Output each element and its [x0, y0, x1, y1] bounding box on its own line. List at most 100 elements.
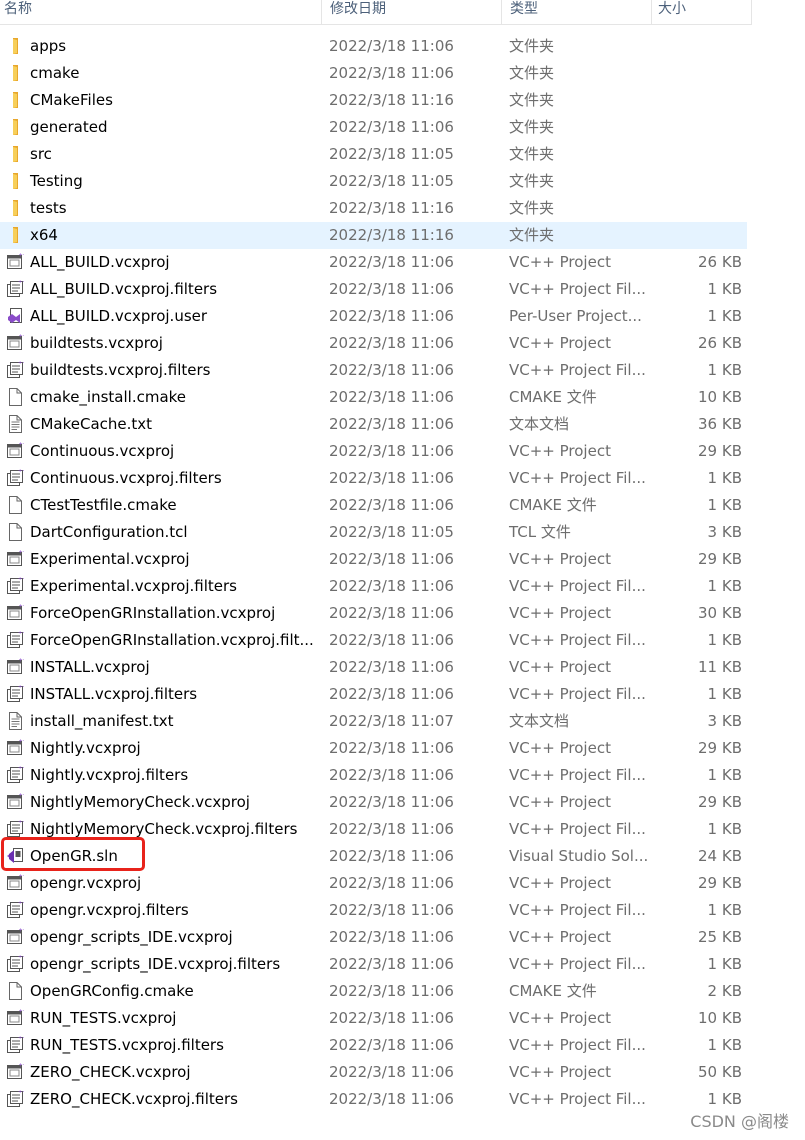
file-size: 24 KB [698, 847, 742, 865]
file-row[interactable]: generated 2022/3/18 11:06 文件夹 [0, 114, 747, 141]
file-name: Continuous.vcxproj.filters [30, 469, 222, 487]
file-size: 29 KB [698, 793, 742, 811]
file-name: Nightly.vcxproj [30, 739, 141, 757]
file-row[interactable]: ++ INSTALL.vcxproj 2022/3/18 11:06 VC++ Pro… [0, 654, 747, 681]
file-name: Continuous.vcxproj [30, 442, 175, 460]
file-name: ForceOpenGRInstallation.vcxproj.filt... [30, 631, 314, 649]
file-row[interactable]: ++ buildtests.vcxproj 2022/3/18 11:06 VC++ … [0, 330, 747, 357]
svg-text:++: ++ [19, 1063, 25, 1069]
file-row[interactable]: ++ opengr_scripts_IDE.vcxproj 2022/3/18 11… [0, 924, 747, 951]
vcxproj-icon: ++ [6, 1009, 27, 1027]
svg-text:++: ++ [18, 1036, 24, 1041]
folder-icon [6, 145, 24, 163]
file-date: 2022/3/18 11:06 [329, 280, 454, 298]
file-type: 文件夹 [509, 226, 555, 244]
file-row[interactable]: x64 2022/3/18 11:16 文件夹 [0, 222, 747, 249]
file-row[interactable]: apps 2022/3/18 11:06 文件夹 [0, 33, 747, 60]
column-header-size[interactable]: 大小 [652, 0, 752, 24]
file-row[interactable]: ++ INSTALL.vcxproj.filters 2022/3/18 11:06… [0, 681, 747, 708]
text-file-icon [6, 415, 24, 433]
file-row[interactable]: ++ Experimental.vcxproj.filters 2022/3/18 … [0, 573, 747, 600]
file-size: 26 KB [698, 253, 742, 271]
file-row[interactable]: Testing 2022/3/18 11:05 文件夹 [0, 168, 747, 195]
filters-icon: ++ [6, 954, 26, 973]
file-row[interactable]: ++ RUN_TESTS.vcxproj 2022/3/18 11:06 VC++ P… [0, 1005, 747, 1032]
file-row[interactable]: ++ opengr.vcxproj.filters 2022/3/18 11:06 V… [0, 897, 747, 924]
file-name: opengr_scripts_IDE.vcxproj.filters [30, 955, 281, 973]
file-date: 2022/3/18 11:06 [329, 604, 454, 622]
file-size: 11 KB [698, 658, 742, 676]
filters-icon: ++ [6, 576, 26, 595]
file-name: CMakeFiles [30, 91, 113, 109]
file-name: cmake_install.cmake [30, 388, 187, 406]
vcxproj-icon: ++ [6, 928, 27, 946]
file-row[interactable]: cmake_install.cmake 2022/3/18 11:06 CMAKE … [0, 384, 747, 411]
file-date: 2022/3/18 11:06 [329, 766, 454, 784]
svg-text:++: ++ [18, 577, 24, 582]
svg-text:++: ++ [19, 928, 25, 934]
file-row[interactable]: ++ Experimental.vcxproj 2022/3/18 11:06 VC+… [0, 546, 747, 573]
blank-file-icon [6, 982, 24, 1000]
file-name: ZERO_CHECK.vcxproj.filters [30, 1090, 238, 1108]
vcxproj-icon: ++ [6, 334, 27, 352]
file-size: 29 KB [698, 550, 742, 568]
file-name: INSTALL.vcxproj.filters [30, 685, 198, 703]
file-row[interactable]: CMakeCache.txt 2022/3/18 11:06 文本文档 36 KB [0, 411, 747, 438]
column-header-date[interactable]: 修改日期 [322, 0, 502, 24]
file-type: CMAKE 文件 [509, 982, 597, 1000]
file-type: VC++ Project Fil... [509, 955, 646, 973]
file-row[interactable]: ALL_BUILD.vcxproj.user 2022/3/18 11:06 Per… [0, 303, 747, 330]
file-row[interactable]: ++ Nightly.vcxproj 2022/3/18 11:06 VC++ Pro… [0, 735, 747, 762]
file-row[interactable]: install_manifest.txt 2022/3/18 11:07 文本文档 3… [0, 708, 747, 735]
file-name: ALL_BUILD.vcxproj [30, 253, 170, 271]
file-row[interactable]: ++ opengr_scripts_IDE.vcxproj.filters 2022… [0, 951, 747, 978]
file-name: DartConfiguration.tcl [30, 523, 188, 541]
file-row[interactable]: CMakeFiles 2022/3/18 11:16 文件夹 [0, 87, 747, 114]
file-row[interactable]: ++ opengr.vcxproj 2022/3/18 11:06 VC++ Proj… [0, 870, 747, 897]
file-row[interactable]: ++ ALL_BUILD.vcxproj 2022/3/18 11:06 VC++ P… [0, 249, 747, 276]
svg-text:++: ++ [19, 550, 25, 556]
file-row[interactable]: ++ buildtests.vcxproj.filters 2022/3/18 11… [0, 357, 747, 384]
file-row[interactable]: ++ ZERO_CHECK.vcxproj 2022/3/18 11:06 VC++ … [0, 1059, 747, 1086]
file-type: VC++ Project [509, 793, 611, 811]
file-row[interactable]: CTestTestfile.cmake 2022/3/18 11:06 CMAKE … [0, 492, 747, 519]
file-type: CMAKE 文件 [509, 496, 597, 514]
file-row[interactable]: OpenGRConfig.cmake 2022/3/18 11:06 CMAKE 文… [0, 978, 747, 1005]
file-row[interactable]: ++ ZERO_CHECK.vcxproj.filters 2022/3/18 11… [0, 1086, 747, 1113]
file-date: 2022/3/18 11:16 [329, 226, 454, 244]
file-name: ForceOpenGRInstallation.vcxproj [30, 604, 276, 622]
file-type: VC++ Project [509, 928, 611, 946]
filters-icon: ++ [6, 684, 26, 703]
file-row[interactable]: ++ ALL_BUILD.vcxproj.filters 2022/3/18 11:… [0, 276, 747, 303]
file-name: src [30, 145, 52, 163]
file-type: 文件夹 [509, 199, 555, 217]
file-size: 1 KB [707, 307, 742, 325]
file-date: 2022/3/18 11:06 [329, 1036, 454, 1054]
column-header-name[interactable]: 名称 [0, 0, 322, 24]
file-date: 2022/3/18 11:06 [329, 577, 454, 595]
file-name: buildtests.vcxproj.filters [30, 361, 211, 379]
file-row[interactable]: ++ Continuous.vcxproj 2022/3/18 11:06 VC++ … [0, 438, 747, 465]
file-type: Visual Studio Sol... [509, 847, 649, 865]
file-row[interactable]: ++ Continuous.vcxproj.filters 2022/3/18 11… [0, 465, 747, 492]
file-row[interactable]: cmake 2022/3/18 11:06 文件夹 [0, 60, 747, 87]
file-row[interactable]: ++ NightlyMemoryCheck.vcxproj 2022/3/18 11… [0, 789, 747, 816]
file-date: 2022/3/18 11:06 [329, 64, 454, 82]
svg-text:++: ++ [19, 442, 25, 448]
file-size: 10 KB [698, 388, 742, 406]
column-header-type[interactable]: 类型 [502, 0, 652, 24]
file-row[interactable]: ++ ForceOpenGRInstallation.vcxproj.filt..… [0, 627, 747, 654]
file-type: VC++ Project [509, 1009, 611, 1027]
file-row[interactable]: DartConfiguration.tcl 2022/3/18 11:05 TCL … [0, 519, 747, 546]
file-row[interactable]: src 2022/3/18 11:05 文件夹 [0, 141, 747, 168]
file-row[interactable]: ++ ForceOpenGRInstallation.vcxproj 2022/3/… [0, 600, 747, 627]
blank-file-icon [6, 496, 24, 514]
file-type: VC++ Project [509, 604, 611, 622]
file-name: Nightly.vcxproj.filters [30, 766, 189, 784]
file-row[interactable]: ++ RUN_TESTS.vcxproj.filters 2022/3/18 11:… [0, 1032, 747, 1059]
svg-text:++: ++ [18, 901, 24, 906]
vcxproj-icon: ++ [6, 793, 27, 811]
file-date: 2022/3/18 11:06 [329, 631, 454, 649]
file-row[interactable]: ++ Nightly.vcxproj.filters 2022/3/18 11:06… [0, 762, 747, 789]
file-row[interactable]: tests 2022/3/18 11:16 文件夹 [0, 195, 747, 222]
